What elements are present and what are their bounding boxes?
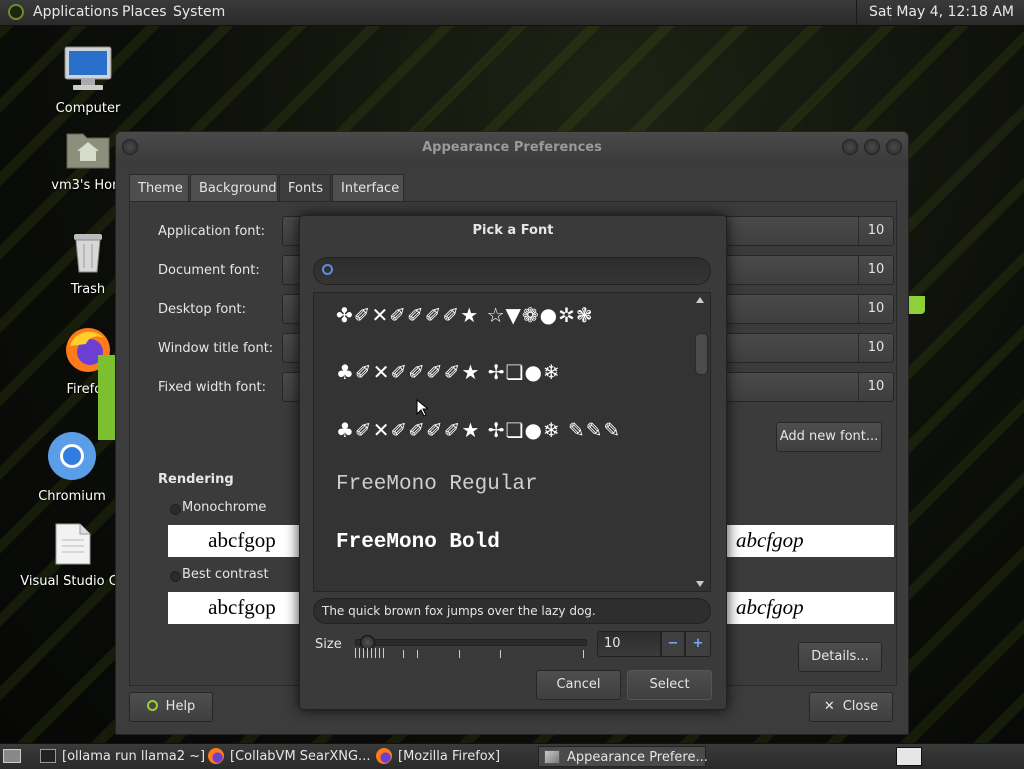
document-font-label: Document font: [158,263,260,278]
scroll-up-icon[interactable] [696,297,704,303]
minimize-icon[interactable] [842,139,858,155]
taskbar: [ollama run llama2 ~] [CollabVM SearXNG.… [0,743,1024,769]
font-list-item[interactable]: ✤✐✕✐✐✐✐★ ☆▼❁●✲❃ [336,303,594,327]
desktop-icon-label: Chromium [38,489,106,504]
close-button[interactable]: ✕ Close [809,692,893,722]
select-button[interactable]: Select [627,670,712,700]
taskbar-item-firefox[interactable]: [Mozilla Firefox] [374,746,500,767]
firefox-icon [208,748,224,764]
taskbar-item-searxng[interactable]: [CollabVM SearXNG... [206,746,370,767]
font-size-value: 10 [858,334,893,362]
show-desktop-icon[interactable] [3,749,21,763]
background-window-edge [907,296,925,314]
menu-logo-icon[interactable] [8,4,24,20]
mouse-cursor-icon [416,399,428,417]
applications-menu[interactable]: Applications [33,0,119,25]
terminal-icon [40,749,56,763]
taskbar-item-terminal[interactable]: [ollama run llama2 ~] [38,746,205,767]
document-icon [18,522,128,570]
size-increase-button[interactable]: + [685,631,711,657]
scroll-down-icon[interactable] [696,581,704,587]
tab-interface[interactable]: Interface [332,174,404,202]
close-icon[interactable] [886,139,902,155]
font-size-value: 10 [858,295,893,323]
font-size-value: 10 [858,373,893,401]
places-menu[interactable]: Places [122,0,167,25]
pick-a-font-dialog: Pick a Font ✤✐✕✐✐✐✐★ ☆▼❁●✲❃ ♣✐✕✐✐✐✐★ ✢❏●… [299,215,727,710]
font-list-item[interactable]: FreeMono Bold [336,531,500,554]
monochrome-sample-right: abcfgop [726,525,894,557]
add-new-font-button[interactable]: Add new font... [776,422,882,452]
font-size-value: 10 [858,256,893,284]
slider-ticks [355,648,585,658]
desktop-icon-label: Visual Studio Co [20,574,126,589]
close-button-label: Close [842,699,879,714]
desktop-icon-computer[interactable]: Computer [33,45,143,116]
size-value: 10 [604,636,621,651]
top-panel: Applications Places System Sat May 4, 12… [0,0,1024,26]
scrollbar-thumb[interactable] [695,333,708,375]
clock[interactable]: Sat May 4, 12:18 AM [855,0,1024,25]
computer-icon [33,45,143,97]
monochrome-sample-left: abcfgop [168,525,316,557]
font-list-scrollbar[interactable] [695,297,708,587]
firefox-icon [376,748,392,764]
tab-background[interactable]: Background [190,174,278,202]
font-list-item[interactable]: FreeMono Regular [336,473,538,496]
monochrome-label: Monochrome [182,500,267,515]
window-title: Appearance Preferences [422,140,602,155]
taskbar-item-appearance[interactable]: Appearance Prefere... [538,746,708,767]
rendering-heading: Rendering [158,472,234,487]
application-font-label: Application font: [158,224,266,239]
help-button-label: Help [165,699,196,714]
slider-trough [355,639,587,646]
appearance-icon [544,750,560,764]
maximize-icon[interactable] [864,139,880,155]
font-list-item[interactable]: ♣✐✕✐✐✐✐★ ✢❏●❄ ✎✎✎ [336,418,621,442]
fixed-width-font-label: Fixed width font: [158,380,267,395]
font-search-input[interactable] [313,257,711,285]
desktop-font-label: Desktop font: [158,302,246,317]
tab-theme[interactable]: Theme [129,174,189,202]
dialog-title: Pick a Font [472,223,554,238]
help-icon [146,700,158,711]
desktop-icon-chromium[interactable]: Chromium [17,431,127,504]
desktop-icon-vscode[interactable]: Visual Studio Co [18,522,128,589]
system-menu[interactable]: System [173,0,225,25]
font-preview-field[interactable]: The quick brown fox jumps over the lazy … [313,598,711,624]
best-contrast-radio[interactable] [170,571,181,582]
tab-fonts[interactable]: Fonts [279,174,331,202]
monochrome-radio[interactable] [170,504,181,515]
window-title-font-label: Window title font: [158,341,274,356]
size-decrease-button[interactable]: − [661,631,685,657]
best-contrast-label: Best contrast [182,567,269,582]
help-button[interactable]: Help [129,692,213,722]
best-contrast-sample-right: abcfgop [726,592,894,624]
workspace-switcher[interactable] [896,747,922,766]
size-slider[interactable] [355,635,587,660]
size-label: Size [315,637,342,652]
desktop-icon-label: Computer [55,101,121,116]
search-icon [322,264,333,275]
cancel-button[interactable]: Cancel [536,670,621,700]
font-list-item[interactable]: ♣✐✕✐✐✐✐★ ✢❏●❄ [336,360,561,384]
details-button[interactable]: Details... [798,642,882,672]
font-list[interactable]: ✤✐✕✐✐✐✐★ ☆▼❁●✲❃ ♣✐✕✐✐✐✐★ ✢❏●❄ ♣✐✕✐✐✐✐★ ✢… [313,292,711,592]
window-titlebar[interactable]: Appearance Preferences [116,132,908,164]
best-contrast-sample-left: abcfgop [168,592,316,624]
size-spin-input[interactable]: 10 [597,631,661,657]
close-x-icon: ✕ [823,699,835,714]
window-menu-icon[interactable] [122,139,138,155]
background-window-edge [98,355,116,440]
font-size-value: 10 [858,217,893,245]
